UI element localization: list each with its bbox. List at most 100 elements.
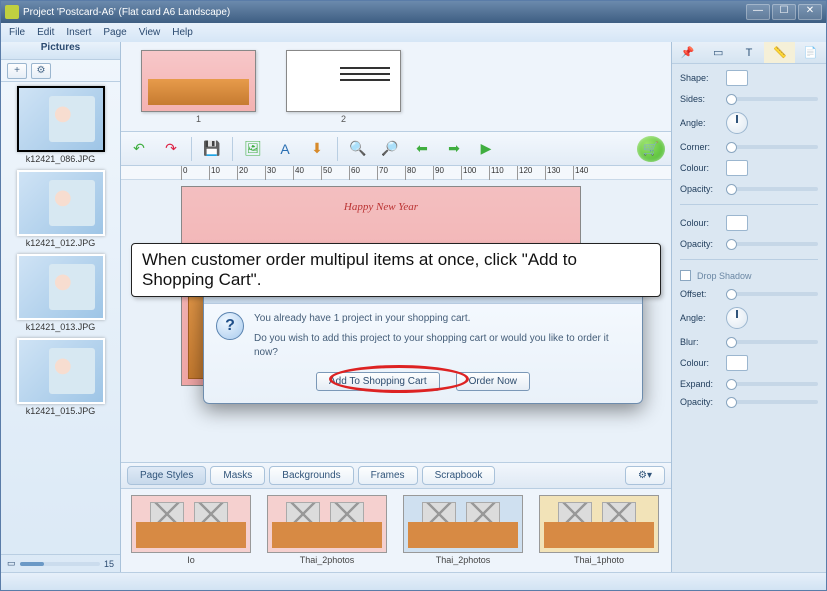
app-icon	[5, 5, 19, 19]
menu-page[interactable]: Page	[103, 27, 126, 38]
prop-border-colour-label: Colour:	[680, 218, 720, 228]
question-icon: ?	[216, 312, 244, 340]
prop-blur-label: Blur:	[680, 337, 720, 347]
prop-shadow-colour-label: Colour:	[680, 358, 720, 368]
prop-colour-label: Colour:	[680, 163, 720, 173]
drop-shadow-label: Drop Shadow	[697, 271, 752, 281]
tab-scrapbook[interactable]: Scrapbook	[422, 466, 496, 485]
prop-offset-slider[interactable]	[726, 292, 818, 296]
prop-shape-picker[interactable]	[726, 70, 748, 86]
ruler-tick: 130	[545, 166, 560, 180]
zoom-in-button[interactable]: 🔎	[378, 137, 402, 161]
page-thumb-2[interactable]: 2	[286, 50, 401, 124]
statusbar	[1, 572, 826, 590]
instruction-callout: When customer order multipul items at on…	[131, 243, 661, 297]
picture-thumb-list[interactable]: k12421_086.JPG k12421_012.JPG k12421_013…	[1, 82, 120, 554]
menu-help[interactable]: Help	[172, 27, 193, 38]
prop-shadow-opacity-label: Opacity:	[680, 397, 720, 407]
prop-border-opacity-slider[interactable]	[726, 242, 818, 246]
ruler-tick: 0	[181, 166, 187, 180]
prop-expand-slider[interactable]	[726, 382, 818, 386]
zoom-out-button[interactable]: 🔍	[346, 137, 370, 161]
page-thumb-1[interactable]: 1	[141, 50, 256, 124]
drop-shadow-checkbox[interactable]	[680, 270, 691, 281]
picture-count: 15	[104, 559, 114, 569]
maximize-button[interactable]: ☐	[772, 4, 796, 20]
undo-button[interactable]: ↶	[127, 137, 151, 161]
prop-tab-shape-icon[interactable]: ▭	[703, 42, 734, 63]
ruler-tick: 90	[433, 166, 444, 180]
picture-thumb[interactable]: k12421_015.JPG	[5, 338, 116, 416]
shopping-cart-button[interactable]: 🛒	[637, 136, 665, 162]
picture-thumb-label: k12421_013.JPG	[5, 322, 116, 332]
redo-button[interactable]: ↷	[159, 137, 183, 161]
picture-thumb[interactable]: k12421_012.JPG	[5, 170, 116, 248]
picture-thumb[interactable]: k12421_013.JPG	[5, 254, 116, 332]
prop-shadow-angle-label: Angle:	[680, 313, 720, 323]
style-thumb[interactable]: Thai_1photo	[539, 495, 659, 566]
prop-opacity-label: Opacity:	[680, 184, 720, 194]
prop-tab-page-icon[interactable]: 📄	[795, 42, 826, 63]
style-thumb[interactable]: Thai_2photos	[267, 495, 387, 566]
horizontal-ruler: 0102030405060708090100110120130140	[121, 166, 671, 180]
order-now-button[interactable]: Order Now	[456, 372, 530, 391]
add-image-button[interactable]: 🖼	[241, 137, 265, 161]
tab-settings-button[interactable]: ⚙▾	[625, 466, 665, 485]
picture-options-button[interactable]: ⚙	[31, 63, 51, 79]
prop-shadow-opacity-slider[interactable]	[726, 400, 818, 404]
prop-blur-slider[interactable]	[726, 340, 818, 344]
prop-shadow-colour-picker[interactable]	[726, 355, 748, 371]
style-thumb[interactable]: Io	[131, 495, 251, 566]
menu-file[interactable]: File	[9, 27, 25, 38]
prop-tab-pin-icon[interactable]: 📌	[672, 42, 703, 63]
play-button[interactable]: ▶	[474, 137, 498, 161]
tab-backgrounds[interactable]: Backgrounds	[269, 466, 353, 485]
picture-thumb[interactable]: k12421_086.JPG	[5, 86, 116, 164]
menu-view[interactable]: View	[139, 27, 161, 38]
prop-border-colour-picker[interactable]	[726, 215, 748, 231]
ruler-tick: 70	[377, 166, 388, 180]
ruler-tick: 120	[517, 166, 532, 180]
prev-page-button[interactable]: ⬅	[410, 137, 434, 161]
bottom-tabs: Page Styles Masks Backgrounds Frames Scr…	[121, 462, 671, 488]
minimize-button[interactable]: —	[746, 4, 770, 20]
ruler-tick: 30	[265, 166, 276, 180]
ruler-tick: 140	[573, 166, 588, 180]
prop-shape-label: Shape:	[680, 73, 720, 83]
ruler-tick: 100	[461, 166, 476, 180]
menubar: File Edit Insert Page View Help	[1, 23, 826, 42]
add-to-cart-button[interactable]: Add To Shopping Cart	[316, 372, 440, 391]
prop-shadow-angle-dial[interactable]	[726, 307, 748, 329]
menu-insert[interactable]: Insert	[66, 27, 91, 38]
ruler-tick: 80	[405, 166, 416, 180]
prop-sides-label: Sides:	[680, 94, 720, 104]
add-text-button[interactable]: A	[273, 137, 297, 161]
ruler-tick: 50	[321, 166, 332, 180]
page-preview-strip: 1 2	[121, 42, 671, 132]
style-thumb[interactable]: Thai_2photos	[403, 495, 523, 566]
tab-frames[interactable]: Frames	[358, 466, 418, 485]
app-window: Project 'Postcard-A6' (Flat card A6 Land…	[0, 0, 827, 591]
next-page-button[interactable]: ➡	[442, 137, 466, 161]
tab-page-styles[interactable]: Page Styles	[127, 466, 206, 485]
ruler-tick: 60	[349, 166, 360, 180]
prop-colour-picker[interactable]	[726, 160, 748, 176]
prop-angle-dial[interactable]	[726, 112, 748, 134]
prop-offset-label: Offset:	[680, 289, 720, 299]
close-button[interactable]: ✕	[798, 4, 822, 20]
canvas-greeting-text[interactable]: Happy New Year	[344, 201, 418, 213]
prop-opacity-slider[interactable]	[726, 187, 818, 191]
dialog-message: You already have 1 project in your shopp…	[254, 312, 630, 360]
thumb-size-slider[interactable]	[20, 562, 100, 566]
export-button[interactable]: ⬇	[305, 137, 329, 161]
prop-tab-text-icon[interactable]: T	[734, 42, 765, 63]
thumb-size-icon: ▭	[7, 558, 16, 569]
prop-corner-slider[interactable]	[726, 145, 818, 149]
tab-masks[interactable]: Masks	[210, 466, 265, 485]
prop-sides-slider[interactable]	[726, 97, 818, 101]
save-button[interactable]: 💾	[200, 137, 224, 161]
menu-edit[interactable]: Edit	[37, 27, 54, 38]
add-picture-button[interactable]: +	[7, 63, 27, 79]
main-toolbar: ↶ ↷ 💾 🖼 A ⬇ 🔍 🔎 ⬅ ➡ ▶ 🛒	[121, 132, 671, 166]
prop-tab-ruler-icon[interactable]: 📏	[764, 42, 795, 63]
